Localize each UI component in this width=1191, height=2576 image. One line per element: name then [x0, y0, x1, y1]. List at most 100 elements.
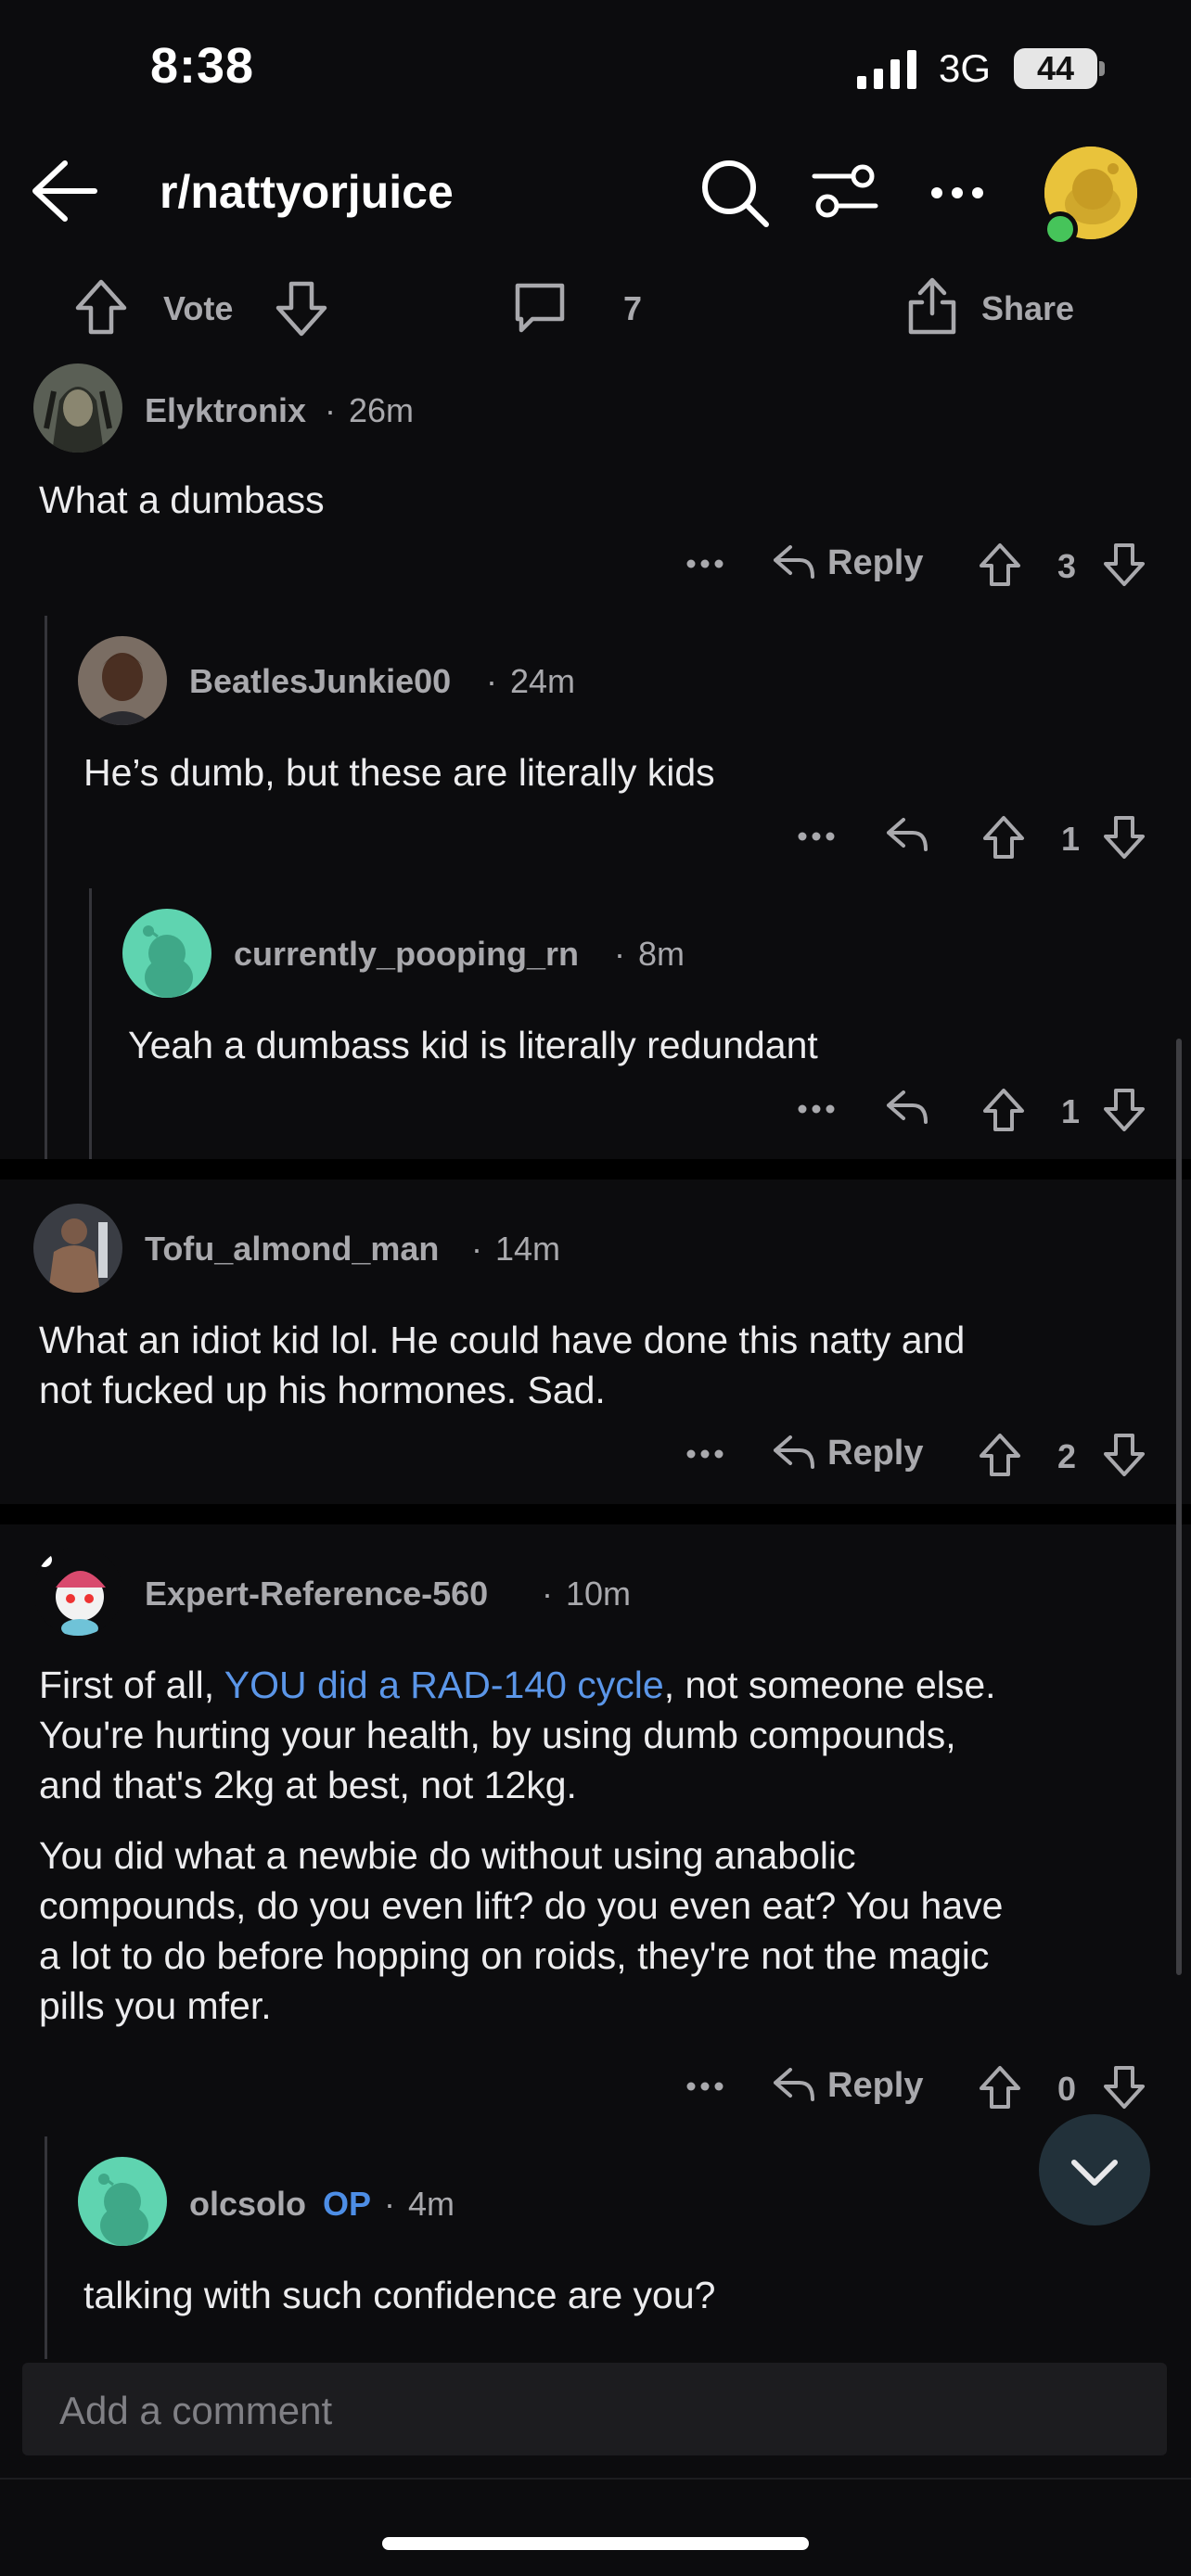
- comment-body: First of all, YOU did a RAD-140 cycle, n…: [39, 1660, 1171, 2031]
- comment-body-line: not fucked up his hormones. Sad.: [39, 1369, 606, 1411]
- battery-tip: [1099, 61, 1105, 76]
- meta-separator: ·: [486, 662, 497, 700]
- more-options-icon[interactable]: [686, 2081, 724, 2092]
- meta-separator: ·: [542, 1575, 553, 1613]
- battery-indicator: 44: [1014, 48, 1097, 89]
- scrollbar[interactable]: [1176, 1039, 1182, 1975]
- thread-line[interactable]: [45, 616, 47, 1159]
- more-options-icon[interactable]: [686, 558, 724, 569]
- comment-username[interactable]: olcsolo: [189, 2185, 306, 2224]
- comment-username[interactable]: currently_pooping_rn: [234, 935, 579, 974]
- avatar[interactable]: [33, 1204, 122, 1293]
- reply-button[interactable]: Reply: [827, 2066, 923, 2106]
- upvote-icon[interactable]: [981, 1087, 1026, 1133]
- comment-body-line: compounds, do you even lift? do you even…: [39, 1884, 1004, 1927]
- network-type: 3G: [939, 46, 992, 90]
- meta-separator: ·: [325, 391, 336, 429]
- text-span: , not someone else.: [663, 1664, 996, 1706]
- home-indicator[interactable]: [382, 2537, 809, 2550]
- more-options-icon[interactable]: [798, 1103, 835, 1115]
- comment-username[interactable]: Tofu_almond_man: [145, 1230, 439, 1269]
- downvote-icon[interactable]: [1102, 1432, 1146, 1478]
- reply-icon[interactable]: [885, 816, 929, 853]
- jump-next-comment-button[interactable]: [1039, 2114, 1150, 2225]
- add-comment-placeholder: Add a comment: [59, 2389, 333, 2432]
- add-comment-input[interactable]: Add a comment: [22, 2363, 1167, 2455]
- comment-time: 8m: [638, 935, 685, 973]
- avatar[interactable]: [33, 363, 122, 453]
- comment-body-line: You're hurting your health, by using dum…: [39, 1714, 956, 1756]
- text-span: First of all,: [39, 1664, 224, 1706]
- subreddit-title[interactable]: r/nattyorjuice: [160, 165, 454, 219]
- meta-separator: ·: [614, 935, 625, 973]
- reply-icon[interactable]: [885, 1089, 929, 1126]
- reply-icon[interactable]: [772, 1434, 816, 1471]
- downvote-icon[interactable]: [1102, 814, 1146, 861]
- comment-time: 10m: [566, 1575, 632, 1613]
- upvote-icon[interactable]: [978, 1432, 1022, 1478]
- comment-username[interactable]: BeatlesJunkie00: [189, 662, 451, 701]
- online-status-dot: [1043, 211, 1078, 247]
- downvote-icon[interactable]: [1102, 542, 1146, 588]
- comment-time: 26m: [349, 391, 415, 429]
- thread-line[interactable]: [89, 888, 92, 1159]
- share-label[interactable]: Share: [981, 289, 1074, 328]
- comment-time: 14m: [495, 1230, 561, 1268]
- status-time: 8:38: [150, 38, 255, 94]
- back-arrow-icon[interactable]: [32, 159, 98, 223]
- comment-body-line: What an idiot kid lol. He could have don…: [39, 1319, 966, 1361]
- comment-body-line: You did what a newbie do without using a…: [39, 1834, 856, 1877]
- comment-count: 7: [623, 289, 643, 327]
- comment-bubble-icon[interactable]: [512, 280, 568, 336]
- signal-icon: [857, 48, 920, 89]
- comment-username[interactable]: Expert-Reference-560: [145, 1575, 488, 1613]
- paragraph-1: First of all, YOU did a RAD-140 cycle, n…: [39, 1660, 1171, 1710]
- downvote-icon[interactable]: [275, 280, 328, 338]
- comment-time: 24m: [510, 662, 576, 700]
- upvote-icon[interactable]: [978, 542, 1022, 588]
- upvote-icon[interactable]: [978, 2064, 1022, 2111]
- comment-body: He’s dumb, but these are literally kids: [83, 751, 715, 794]
- avatar[interactable]: [78, 636, 167, 725]
- avatar[interactable]: [33, 1547, 122, 1636]
- downvote-icon[interactable]: [1102, 1087, 1146, 1133]
- search-icon[interactable]: [699, 158, 770, 228]
- vote-label: Vote: [163, 289, 234, 327]
- reply-button[interactable]: Reply: [827, 543, 923, 583]
- more-options-icon[interactable]: [798, 831, 835, 842]
- vote-score: 1: [1061, 1092, 1081, 1130]
- upvote-icon[interactable]: [981, 814, 1026, 861]
- reply-button[interactable]: Reply: [827, 1434, 923, 1473]
- comment-body: talking with such confidence are you?: [83, 2274, 716, 2316]
- vote-score: 0: [1057, 2070, 1077, 2108]
- upvote-icon[interactable]: [74, 278, 128, 336]
- filter-sort-icon[interactable]: [811, 163, 879, 219]
- vote-score: 3: [1057, 547, 1077, 585]
- bottom-separator: [0, 2478, 1191, 2480]
- more-options-icon[interactable]: [686, 1448, 724, 1460]
- meta-separator: ·: [471, 1230, 482, 1268]
- comment-body: What a dumbass: [39, 478, 325, 521]
- vote-score: 1: [1061, 820, 1081, 858]
- share-icon[interactable]: [905, 276, 959, 336]
- vote-score: 2: [1057, 1437, 1077, 1475]
- comment-body-line: a lot to do before hopping on roids, the…: [39, 1934, 990, 1977]
- comment-body-line: pills you mfer.: [39, 1984, 272, 2027]
- comment-divider: [0, 1504, 1191, 1524]
- avatar[interactable]: [78, 2157, 167, 2246]
- inline-link[interactable]: YOU did a RAD-140 cycle: [224, 1664, 664, 1706]
- comment-body: What an idiot kid lol. He could have don…: [39, 1315, 1152, 1415]
- more-options-icon[interactable]: [929, 185, 985, 200]
- comment-body: Yeah a dumbass kid is literally redundan…: [128, 1024, 818, 1066]
- reply-icon[interactable]: [772, 2066, 816, 2103]
- comment-body-line: and that's 2kg at best, not 12kg.: [39, 1764, 577, 1806]
- reply-icon[interactable]: [772, 543, 816, 580]
- downvote-icon[interactable]: [1102, 2064, 1146, 2111]
- thread-line[interactable]: [45, 2136, 47, 2359]
- avatar[interactable]: [122, 909, 211, 998]
- comment-divider: [0, 1159, 1191, 1180]
- comment-username[interactable]: Elyktronix: [145, 391, 306, 430]
- chevron-down-icon: [1071, 2160, 1118, 2186]
- op-badge: OP: [323, 2185, 372, 2223]
- meta-separator: ·: [384, 2185, 395, 2223]
